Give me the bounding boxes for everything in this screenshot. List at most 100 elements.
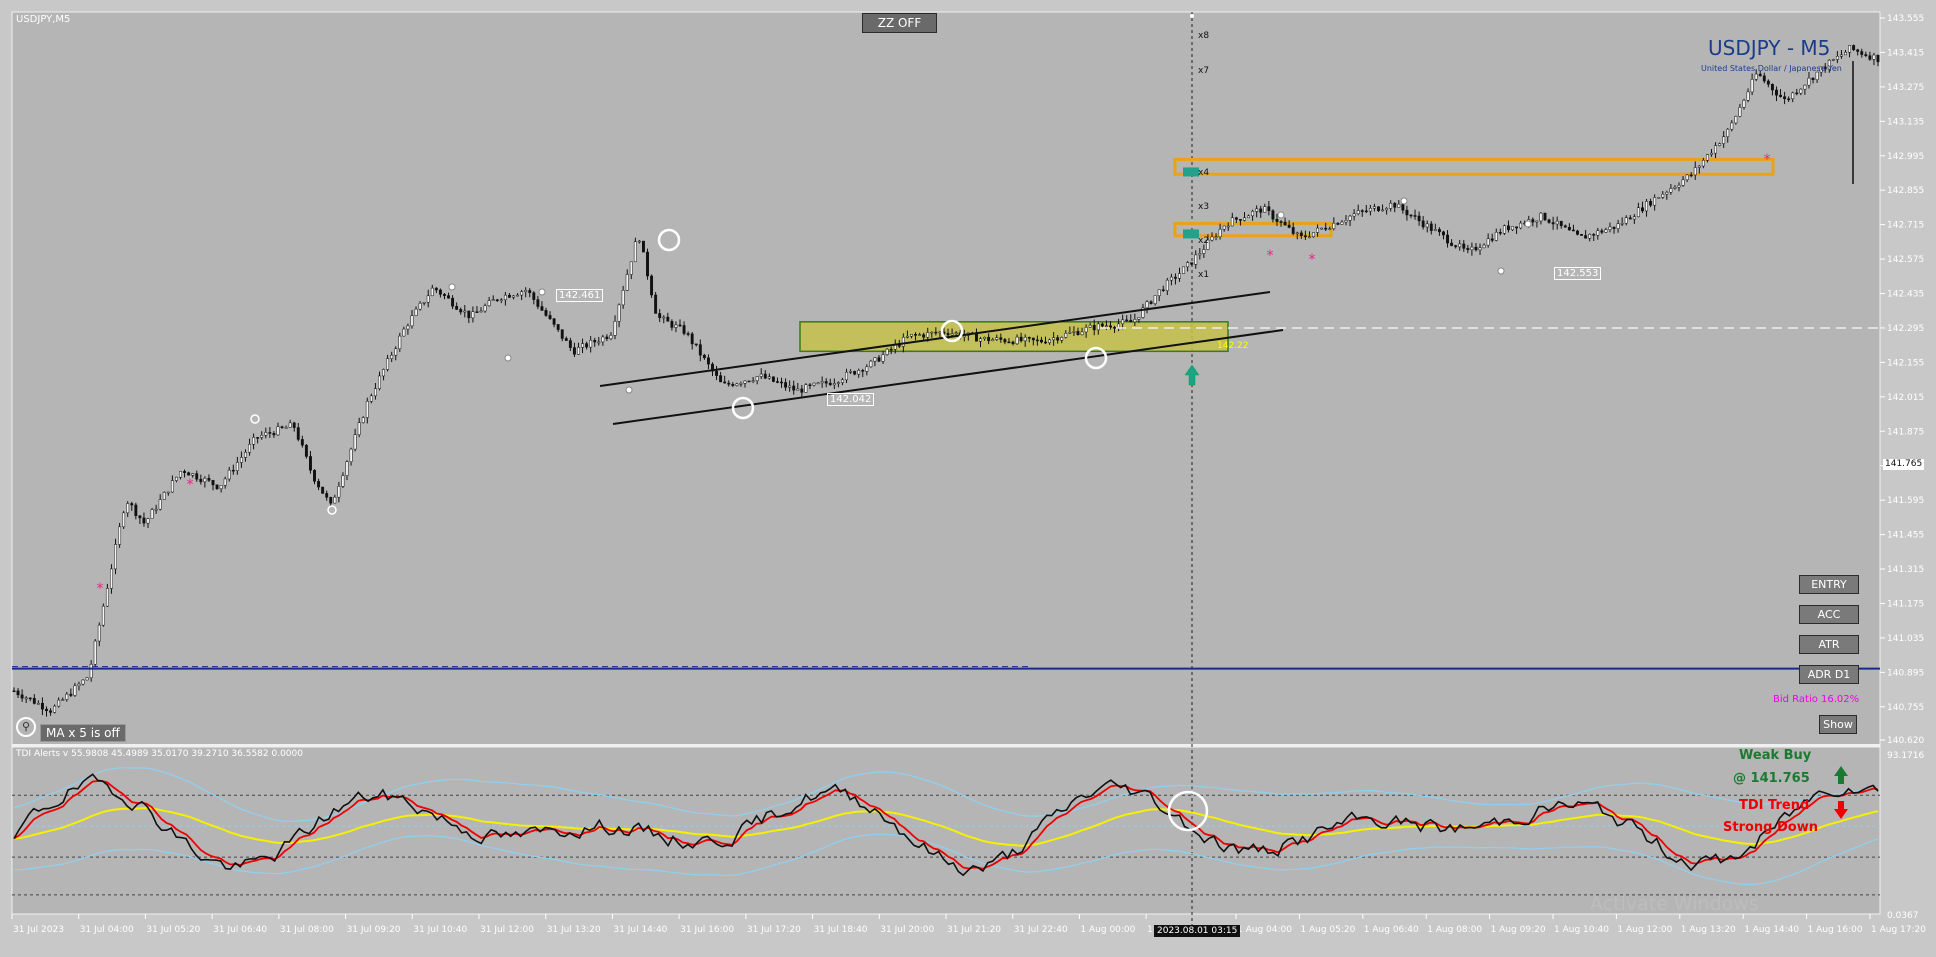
time-axis-label: 1 Aug 05:20 xyxy=(1300,925,1355,935)
candle-body xyxy=(1494,231,1498,241)
candle-body xyxy=(666,316,670,322)
main-chart-area[interactable] xyxy=(11,11,1881,747)
ma-toggle-icon[interactable]: ⚲ xyxy=(16,717,36,737)
candle-body xyxy=(1003,339,1007,343)
candle-body xyxy=(507,294,511,298)
candle-body xyxy=(1133,319,1137,323)
candle-body xyxy=(1226,225,1230,228)
candle-body xyxy=(1787,98,1791,101)
candle-body xyxy=(118,526,122,545)
candle-body xyxy=(81,679,85,685)
candle-body xyxy=(1754,73,1758,80)
candle-body xyxy=(605,336,609,340)
candle-body xyxy=(114,544,117,570)
chart-canvas[interactable]: * * * * * 143.555 143.415 143.275 143.135 142.99… xyxy=(0,0,1936,953)
candle-body xyxy=(1308,236,1311,239)
candle-body xyxy=(572,347,576,355)
price-axis-label: 142.855 xyxy=(1887,186,1924,196)
candle-body xyxy=(300,439,304,446)
fib-label-x1: x1 xyxy=(1198,270,1210,280)
candle-body xyxy=(386,358,390,370)
candle-body xyxy=(191,473,195,476)
candle-body xyxy=(1352,213,1356,217)
acc-button[interactable]: ACC xyxy=(1799,605,1859,624)
candle-body xyxy=(1011,341,1015,345)
entry-button[interactable]: ENTRY xyxy=(1799,575,1859,594)
level-label-c: 142.553 xyxy=(1554,267,1602,280)
candle-body xyxy=(1466,248,1470,250)
candle-body xyxy=(1320,227,1324,230)
candle-body xyxy=(73,685,77,696)
candle-body xyxy=(857,370,861,375)
candle-body xyxy=(280,426,284,428)
candle-body xyxy=(146,518,150,524)
zz-off-button[interactable]: ZZ OFF xyxy=(862,13,937,33)
candle-body xyxy=(1535,220,1539,223)
candle-body xyxy=(1255,208,1259,212)
candle-body xyxy=(1117,323,1121,328)
candle-body xyxy=(1620,222,1624,225)
candle-body xyxy=(914,334,917,336)
candle-body xyxy=(341,475,345,487)
candle-body xyxy=(1214,236,1218,238)
candle-body xyxy=(122,512,126,528)
time-axis-label: 31 Jul 17:20 xyxy=(747,925,801,935)
candle-body xyxy=(1580,234,1583,236)
candle-body xyxy=(1628,217,1632,220)
bid-ratio-label: Bid Ratio 16.02% xyxy=(1773,694,1860,705)
candle-body xyxy=(1815,71,1819,80)
candle-body xyxy=(682,325,686,334)
swing-marker xyxy=(1400,197,1408,205)
candle-body xyxy=(731,384,735,386)
candle-body xyxy=(1807,77,1811,86)
candle-body xyxy=(950,333,954,336)
candle-body xyxy=(1429,223,1433,231)
candle-body xyxy=(1031,337,1035,341)
ma-status-badge[interactable]: MA x 5 is off xyxy=(40,724,126,742)
level-label-b: 142.042 xyxy=(827,393,875,406)
candle-body xyxy=(1121,319,1125,325)
indicator-area[interactable] xyxy=(11,746,1881,915)
time-axis-label: 1 Aug 06:40 xyxy=(1364,925,1419,935)
candle-body xyxy=(1100,323,1104,327)
candle-body xyxy=(276,426,280,436)
candle-body xyxy=(1153,295,1157,304)
candle-body xyxy=(479,310,483,313)
candle-body xyxy=(1149,301,1153,304)
candle-body xyxy=(1186,262,1190,268)
show-button[interactable]: Show xyxy=(1819,715,1857,734)
trading-chart-window[interactable]: * * * * * 143.555 143.415 143.275 143.135 142.99… xyxy=(0,0,1936,953)
candle-body xyxy=(211,480,215,486)
candle-body xyxy=(861,370,865,372)
candle-body xyxy=(1636,207,1640,218)
candle-body xyxy=(1048,339,1052,344)
candle-body xyxy=(101,605,105,626)
candle-body xyxy=(231,469,235,472)
candle-body xyxy=(1084,327,1088,333)
candle-body xyxy=(698,344,702,356)
zone-marker-lower xyxy=(1183,229,1199,239)
candle-body xyxy=(1742,100,1746,108)
time-axis-label: 31 Jul 22:40 xyxy=(1014,925,1068,935)
candle-body xyxy=(1169,276,1173,281)
candle-body xyxy=(865,366,869,372)
candle-body xyxy=(325,493,329,498)
candle-body xyxy=(1450,242,1454,246)
candle-body xyxy=(183,471,187,473)
candle-body xyxy=(528,290,532,293)
candle-body xyxy=(824,381,828,384)
candle-body xyxy=(28,697,32,700)
atr-button[interactable]: ATR xyxy=(1799,635,1859,654)
candle-body xyxy=(1299,232,1303,236)
candle-body xyxy=(1109,325,1112,328)
candle-body xyxy=(1454,245,1458,248)
adr-d1-button[interactable]: ADR D1 xyxy=(1799,665,1859,684)
candle-body xyxy=(1803,84,1807,90)
swing-marker xyxy=(1497,267,1505,275)
candle-body xyxy=(524,290,528,293)
price-axis-label: 140.755 xyxy=(1887,703,1924,713)
candle-body xyxy=(1770,84,1774,91)
candle-body xyxy=(1425,223,1429,228)
fib-label-x8: x8 xyxy=(1198,31,1210,41)
price-axis-label: 141.875 xyxy=(1887,427,1924,437)
